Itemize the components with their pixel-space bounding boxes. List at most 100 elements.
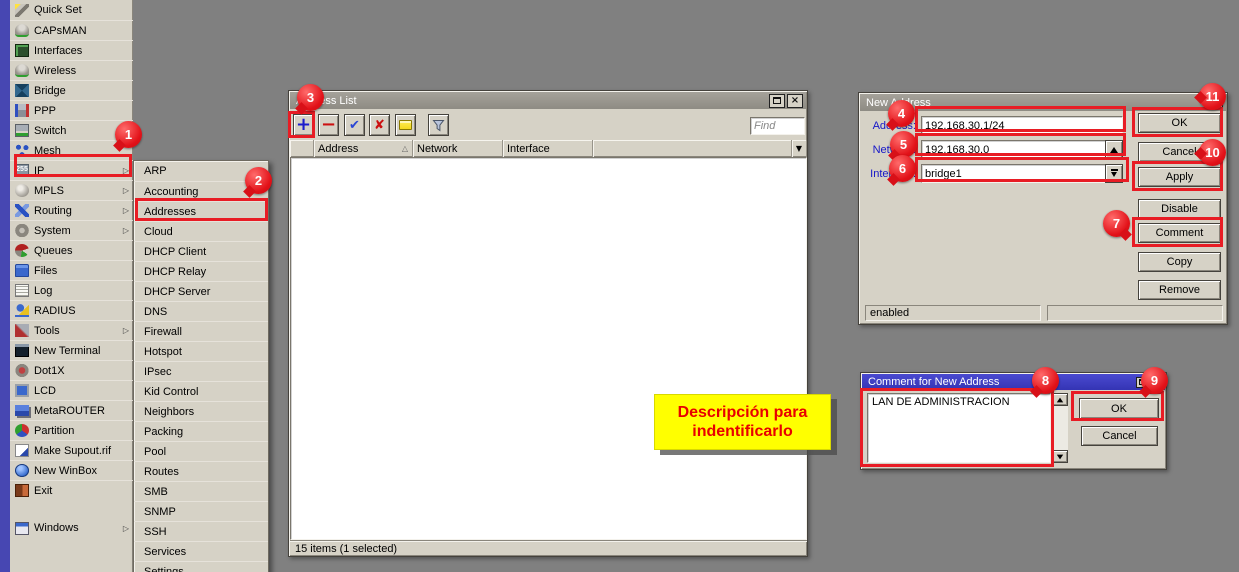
sidebar-item-new-terminal[interactable]: New Terminal [10,340,133,360]
sidebar-item-ppp[interactable]: PPP [10,100,133,120]
submenu-item-packing[interactable]: Packing [134,421,268,441]
minus-icon: − [321,116,336,134]
submenu-item-dhcp-client[interactable]: DHCP Client [134,241,268,261]
submenu-item-dhcp-server[interactable]: DHCP Server [134,281,268,301]
sidebar-item-make-supout[interactable]: Make Supout.rif [10,440,133,460]
sidebar-item-new-winbox[interactable]: New WinBox [10,460,133,480]
column-header-network[interactable]: Network [413,140,503,157]
sidebar-item-radius[interactable]: RADIUS [10,300,133,320]
sidebar-item-log[interactable]: Log [10,280,133,300]
step-badge-2: 2 [245,167,272,194]
dropdown-icon: ▼ [796,144,802,153]
chevron-right-icon: ▷ [123,186,129,195]
address-list-body[interactable] [290,157,807,540]
interface-select[interactable] [921,164,1106,183]
sidebar-item-quick-set[interactable]: Quick Set [10,0,133,20]
column-options-button[interactable]: ▼ [792,140,807,157]
bridge-icon [15,84,29,97]
network-input[interactable] [921,140,1106,159]
apply-button[interactable]: Apply [1138,167,1221,187]
sidebar-item-lcd[interactable]: LCD [10,380,133,400]
sidebar-item-interfaces[interactable]: Interfaces [10,40,133,60]
down-arrow-icon [1057,454,1063,459]
terminal-icon [15,344,29,357]
ppp-icon [15,104,29,117]
restore-button[interactable] [769,94,785,108]
submenu-item-addresses[interactable]: Addresses [134,201,268,221]
submenu-item-neighbors[interactable]: Neighbors [134,401,268,421]
submenu-item-services[interactable]: Services [134,541,268,561]
wireless-icon [15,64,29,77]
scroll-up-button[interactable] [1052,393,1068,406]
comment-cancel-button[interactable]: Cancel [1081,426,1158,446]
sidebar-item-capsman[interactable]: CAPsMAN [10,20,133,40]
lcd-icon [15,384,29,397]
column-header-address[interactable]: Address△ [314,140,413,157]
sidebar-item-partition[interactable]: Partition [10,420,133,440]
address-input[interactable] [921,116,1123,135]
funnel-icon [432,119,445,132]
submenu-item-pool[interactable]: Pool [134,441,268,461]
copy-button[interactable]: Copy [1138,252,1221,272]
submenu-item-ipsec[interactable]: IPsec [134,361,268,381]
sidebar-item-windows[interactable]: Windows▷ [10,518,133,538]
sidebar-item-mpls[interactable]: MPLS▷ [10,180,133,200]
filter-button[interactable] [428,114,449,136]
sort-asc-icon: △ [402,144,408,153]
submenu-item-dns[interactable]: DNS [134,301,268,321]
close-button[interactable]: × [787,94,803,108]
comment-note-icon [399,120,412,130]
sidebar-item-tools[interactable]: Tools▷ [10,320,133,340]
new-address-titlebar[interactable]: New Address [860,94,1226,111]
submenu-item-kid-control[interactable]: Kid Control [134,381,268,401]
status-cell-blank [1047,305,1223,321]
up-arrow-icon [1057,397,1063,402]
comment-dialog-titlebar[interactable]: Comment for New Address [862,374,1165,390]
selector-column-header[interactable] [290,140,314,157]
switch-icon [15,124,29,137]
disable-button[interactable]: ✘ [369,114,390,136]
ok-button[interactable]: OK [1138,113,1221,133]
sidebar-item-bridge[interactable]: Bridge [10,80,133,100]
sidebar-item-metarouter[interactable]: MetaROUTER [10,400,133,420]
sidebar-item-exit[interactable]: Exit [10,480,133,500]
sidebar-item-ip[interactable]: 255IP▷ [10,160,133,180]
sidebar-item-wireless[interactable]: Wireless [10,60,133,80]
submenu-item-snmp[interactable]: SNMP [134,501,268,521]
comment-button[interactable]: Comment [1138,223,1221,243]
submenu-item-settings[interactable]: Settings [134,561,268,572]
column-header-interface[interactable]: Interface [503,140,593,157]
chevron-right-icon: ▷ [123,524,129,533]
sidebar-item-routing[interactable]: Routing▷ [10,200,133,220]
step-badge-10: 10 [1199,139,1226,166]
comment-ok-button[interactable]: OK [1079,398,1159,419]
comment-textarea[interactable]: LAN DE ADMINISTRACION [867,393,1051,463]
sidebar-item-files[interactable]: Files [10,260,133,280]
remove-button[interactable]: Remove [1138,280,1221,300]
comment-tool-button[interactable] [395,114,416,136]
network-spinner-up-button[interactable] [1105,140,1123,159]
tools-icon [15,324,29,337]
submenu-item-ssh[interactable]: SSH [134,521,268,541]
scroll-down-button[interactable] [1052,450,1068,463]
submenu-item-cloud[interactable]: Cloud [134,221,268,241]
submenu-item-smb[interactable]: SMB [134,481,268,501]
submenu-item-routes[interactable]: Routes [134,461,268,481]
step-badge-6: 6 [889,155,916,182]
address-list-titlebar[interactable]: Address List × [290,92,806,109]
find-input[interactable] [750,117,805,135]
disable-button[interactable]: Disable [1138,199,1221,219]
sidebar-item-dot1x[interactable]: Dot1X [10,360,133,380]
sidebar-item-queues[interactable]: Queues [10,240,133,260]
submenu-item-hotspot[interactable]: Hotspot [134,341,268,361]
interface-dropdown-button[interactable] [1105,164,1123,183]
submenu-item-dhcp-relay[interactable]: DHCP Relay [134,261,268,281]
mpls-icon [15,184,29,197]
metarouter-icon [15,405,29,416]
add-button[interactable]: + [293,114,314,136]
enable-button[interactable]: ✔ [344,114,365,136]
remove-button[interactable]: − [318,114,339,136]
submenu-item-firewall[interactable]: Firewall [134,321,268,341]
sidebar-menu: Quick Set CAPsMAN Interfaces Wireless Br… [10,0,133,538]
sidebar-item-system[interactable]: System▷ [10,220,133,240]
